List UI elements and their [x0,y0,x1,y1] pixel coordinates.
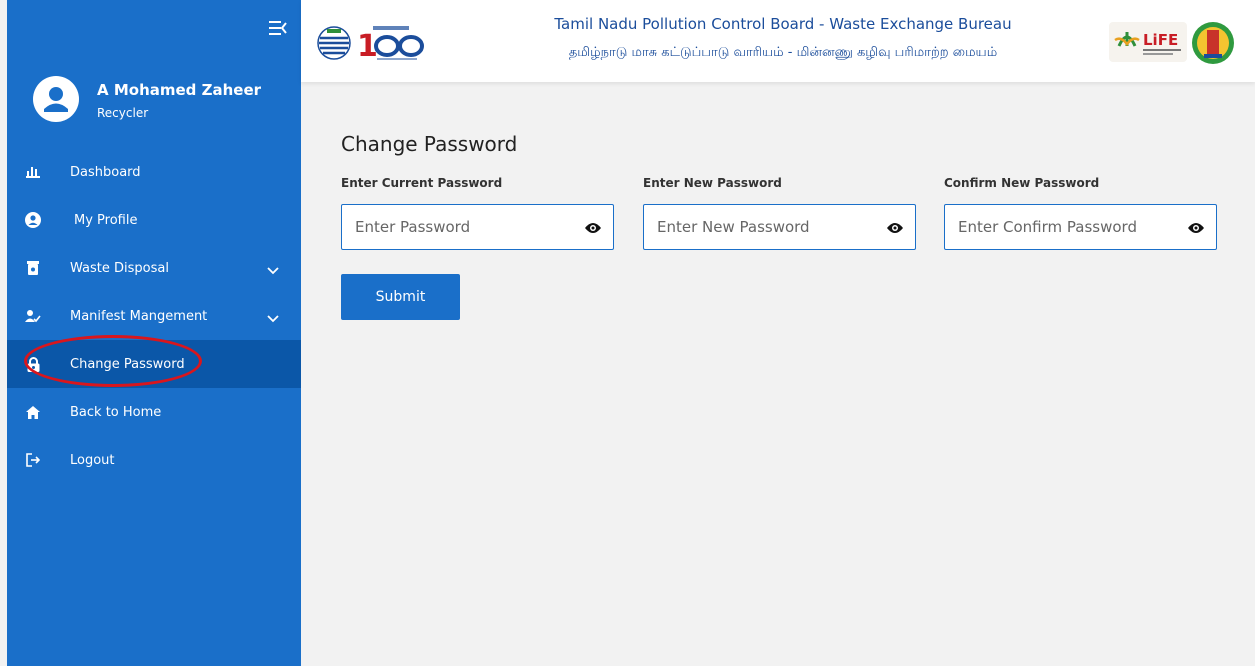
top-header: 1 Tamil Nadu Pollution Control Board - W… [301,0,1255,82]
header-title-english: Tamil Nadu Pollution Control Board - Was… [554,15,1012,33]
life-and-tn-emblem-logo: LiFE [1109,16,1235,70]
user-profile: A Mohamed Zaheer Recycler [33,76,261,122]
current-password-input[interactable] [342,205,572,249]
user-role: Recycler [97,106,149,120]
confirm-password-input[interactable] [945,205,1175,249]
field-label: Enter Current Password [341,176,503,190]
sidebar-item-my-profile[interactable]: My Profile [7,196,301,244]
sidebar: A Mohamed Zaheer Recycler Dashboard My P… [7,0,301,666]
sidebar-item-label: Waste Disposal [70,260,169,276]
bar-chart-icon [25,164,41,180]
field-label: Enter New Password [643,176,782,190]
sidebar-menu: Dashboard My Profile Waste Disposal Mani… [7,148,301,484]
logout-icon [25,452,41,468]
sidebar-item-label: Dashboard [70,164,141,180]
header-title: Tamil Nadu Pollution Control Board - Was… [473,14,1093,63]
submit-button[interactable]: Submit [341,274,460,320]
sidebar-item-waste-disposal[interactable]: Waste Disposal [7,244,301,292]
confirm-password-field: Confirm New Password [944,176,1217,250]
header-title-tamil: தமிழ்நாடு மாசு கட்டுப்பாடு வாரியம் - மின… [568,45,998,60]
sidebar-item-label: Back to Home [70,404,162,420]
lock-icon [25,356,41,372]
show-password-eye-icon[interactable] [887,220,903,234]
new-password-field: Enter New Password [643,176,916,250]
confirm-password-box [944,204,1217,250]
field-label: Confirm New Password [944,176,1100,190]
chevron-down-icon [267,312,279,323]
user-circle-icon [25,212,41,228]
current-password-field: Enter Current Password [341,176,614,250]
avatar [33,76,79,122]
trash-bin-icon [25,260,41,276]
tnpcb-100-years-logo: 1 [315,22,451,66]
chevron-down-icon [267,264,279,275]
show-password-eye-icon[interactable] [1188,220,1204,234]
user-check-icon [25,308,41,324]
sidebar-item-label: Manifest Mangement [70,308,208,324]
svg-text:LiFE: LiFE [1143,31,1178,49]
new-password-input[interactable] [644,205,874,249]
sidebar-item-label: My Profile [74,212,138,228]
sidebar-item-manifest-management[interactable]: Manifest Mangement [7,292,301,340]
home-icon [25,404,41,420]
new-password-box [643,204,916,250]
sidebar-item-back-to-home[interactable]: Back to Home [7,388,301,436]
sidebar-item-dashboard[interactable]: Dashboard [7,148,301,196]
user-name: A Mohamed Zaheer [97,81,262,99]
sidebar-item-label: Change Password [70,356,185,372]
sidebar-item-logout[interactable]: Logout [7,436,301,484]
sidebar-item-label: Logout [70,452,115,468]
page-title: Change Password [341,132,518,156]
show-password-eye-icon[interactable] [585,220,601,234]
sidebar-toggle-icon[interactable] [269,20,287,36]
current-password-box [341,204,614,250]
sidebar-item-change-password[interactable]: Change Password [7,340,301,388]
